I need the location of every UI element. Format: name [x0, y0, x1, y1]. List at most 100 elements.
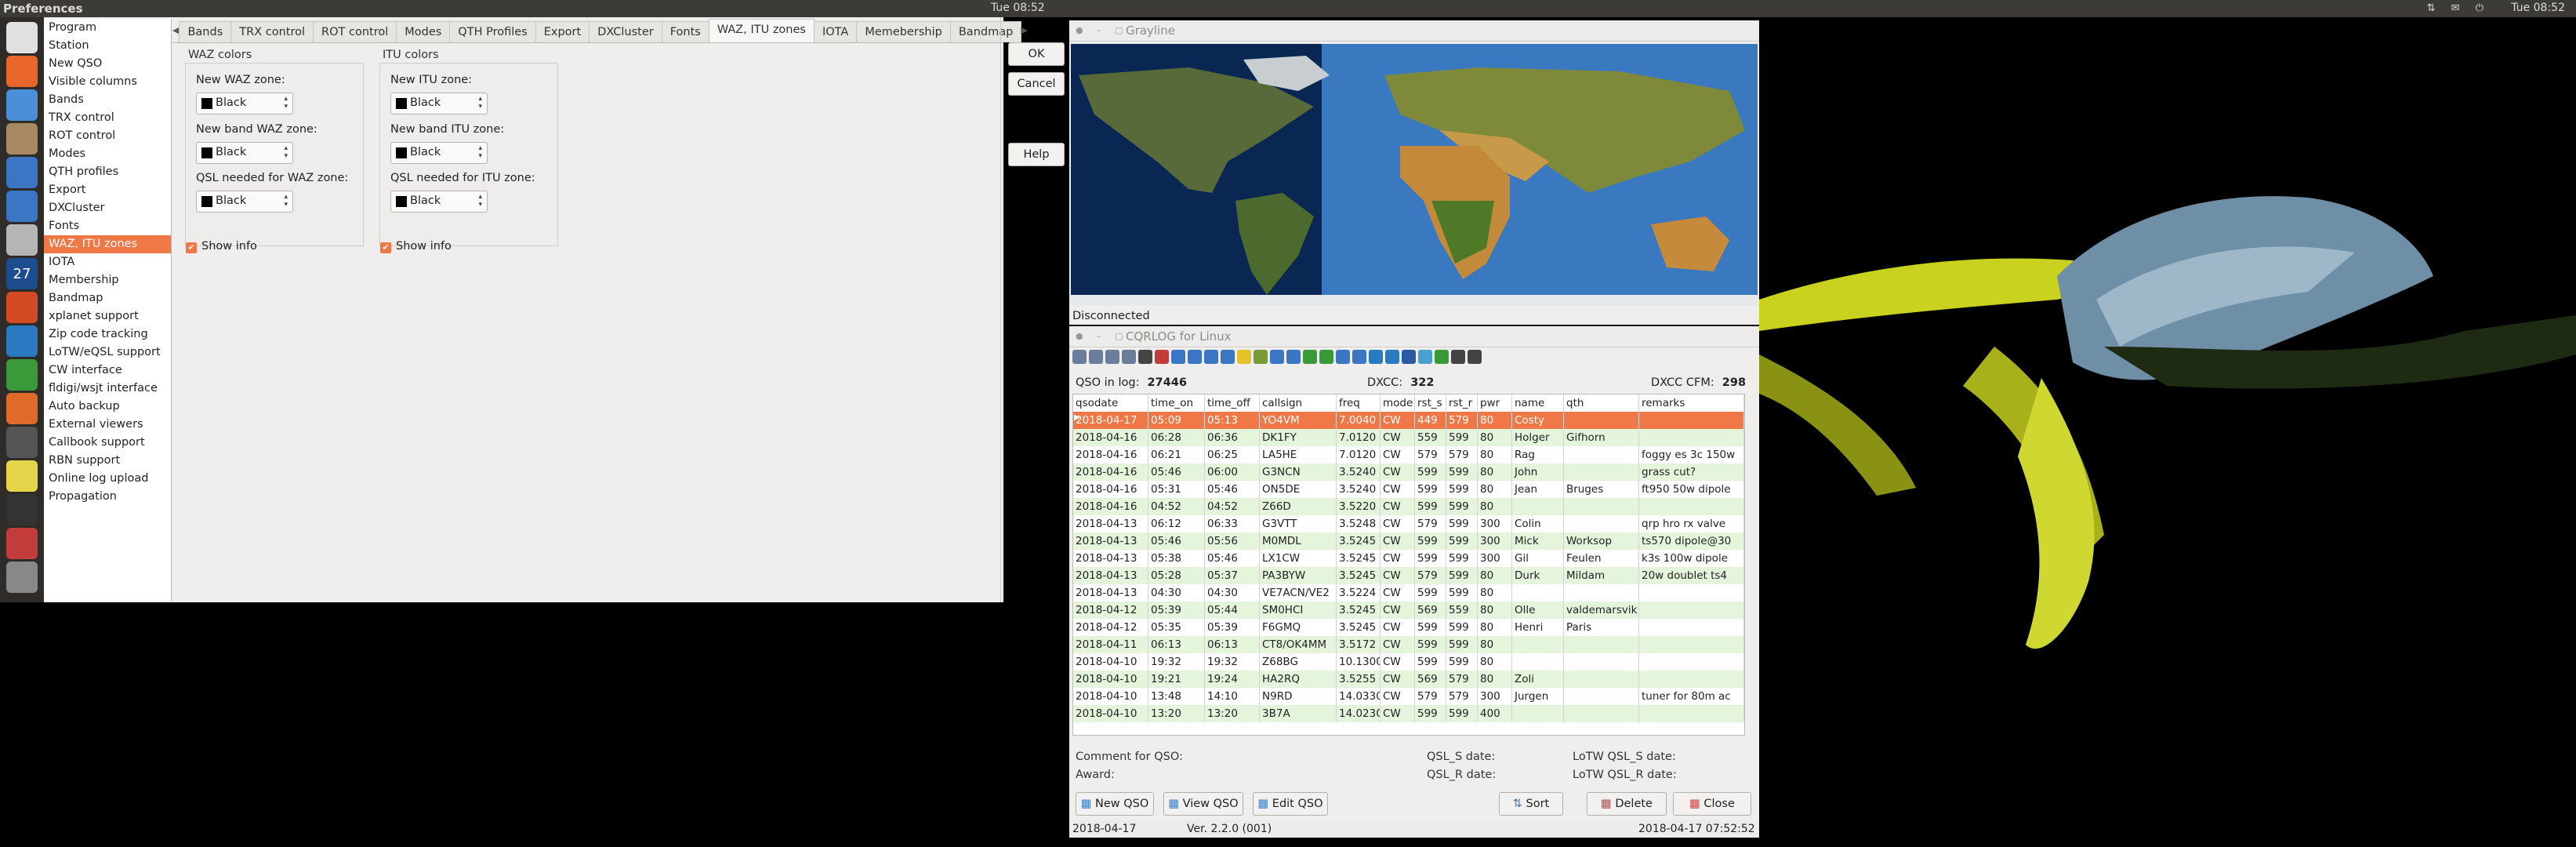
column-header[interactable]: time_off	[1205, 394, 1260, 412]
table-row[interactable]: 2018-04-10 13:48 14:10 N9RD 14.0330 CW 579 579 3…	[1073, 688, 1744, 705]
table-row[interactable]: 2018-04-16 06:21 06:25 LA5HE 7.0120 CW 579 579 8…	[1073, 446, 1744, 463]
nav-item[interactable]: Station	[44, 37, 171, 55]
tab[interactable]: TRX control	[230, 21, 314, 42]
toolbar-button-icon[interactable]	[1155, 350, 1169, 364]
nav-item[interactable]: External viewers	[44, 416, 171, 434]
toolbar-button-icon[interactable]	[1369, 350, 1383, 364]
nav-item[interactable]: Bandmap	[44, 289, 171, 307]
notes-icon[interactable]	[6, 460, 38, 492]
view-qso-button[interactable]: ▦ View QSO	[1163, 792, 1243, 816]
grid-vertical-scrollbar[interactable]	[1745, 394, 1754, 734]
nav-item[interactable]: DXCluster	[44, 199, 171, 217]
document-icon[interactable]	[6, 325, 38, 357]
new-waz-zone-color-select[interactable]: Black ▴ ▾	[196, 93, 293, 115]
column-header[interactable]: freq	[1337, 394, 1381, 412]
nav-item[interactable]: WAZ, ITU zones	[44, 235, 171, 253]
table-row[interactable]: 2018-04-10 19:32 19:32 Z68BG 10.1300 CW 599 599…	[1073, 653, 1744, 671]
table-row[interactable]: 2018-04-10 13:20 13:20 3B7A 14.0230 CW 599 599 4…	[1073, 705, 1744, 722]
toolbar-button-icon[interactable]	[1352, 350, 1366, 364]
cancel-button[interactable]: Cancel	[1008, 72, 1065, 96]
tab[interactable]: Modes	[396, 21, 451, 42]
nav-item[interactable]: Visible columns	[44, 73, 171, 91]
tab[interactable]: Bandmap	[949, 21, 1022, 42]
nav-item[interactable]: RBN support	[44, 452, 171, 470]
toolbar-button-icon[interactable]	[1385, 350, 1399, 364]
window-buttons-icon[interactable]: ● – ▢	[1076, 331, 1128, 341]
nav-item[interactable]: CW interface	[44, 362, 171, 380]
nav-item[interactable]: QTH profiles	[44, 163, 171, 181]
table-row[interactable]: 2018-04-16 04:52 04:52 Z66D 3.5220 CW 599 599 80	[1073, 498, 1744, 515]
table-row[interactable]: 2018-04-12 05:39 05:44 SM0HCI 3.5245 CW 569 559…	[1073, 602, 1744, 619]
tab-scroll-left-icon[interactable]: ◀	[172, 19, 179, 42]
column-header[interactable]: name	[1512, 394, 1564, 412]
toolbar-button-icon[interactable]	[1221, 350, 1235, 364]
firefox-icon[interactable]	[6, 56, 38, 87]
table-row[interactable]: 2018-04-16 05:31 05:46 ON5DE 3.5240 CW 599 599 8…	[1073, 481, 1744, 498]
terminal-icon[interactable]	[6, 427, 38, 458]
new-itu-zone-color-select[interactable]: Black ▴ ▾	[390, 93, 488, 115]
column-header[interactable]: qth	[1564, 394, 1639, 412]
table-row[interactable]: 2018-04-17 05:09 05:13 YO4VM 7.0040 CW 449 579 8…	[1073, 412, 1744, 429]
nav-item[interactable]: LoTW/eQSL support	[44, 344, 171, 362]
qsl-needed-waz-color-select[interactable]: Black ▴ ▾	[196, 191, 293, 213]
close-button[interactable]: ▦ Close	[1673, 792, 1751, 816]
toolbar-button-icon[interactable]	[1270, 350, 1284, 364]
column-header[interactable]: rst_r	[1446, 394, 1478, 412]
tab[interactable]: WAZ, ITU zones	[708, 19, 815, 42]
toolbar-button-icon[interactable]	[1435, 350, 1449, 364]
table-row[interactable]: 2018-04-10 19:21 19:24 HA2RQ 3.5255 CW 569 579 8…	[1073, 671, 1744, 688]
thunderbird-icon[interactable]	[6, 157, 38, 188]
calc-icon[interactable]	[6, 359, 38, 391]
itu-show-info-checkbox[interactable]: ✔	[380, 242, 391, 253]
table-row[interactable]: 2018-04-13 05:38 05:46 LX1CW 3.5245 CW 599 599 3…	[1073, 550, 1744, 567]
toolbar-button-icon[interactable]	[1254, 350, 1268, 364]
grid-horizontal-scrollbar[interactable]	[1072, 737, 1743, 745]
tools-icon[interactable]	[6, 528, 38, 559]
nav-item[interactable]: Auto backup	[44, 398, 171, 416]
column-header[interactable]: time_on	[1148, 394, 1205, 412]
table-row[interactable]: 2018-04-16 05:46 06:00 G3NCN 3.5240 CW 599 599 8…	[1073, 463, 1744, 481]
toolbar-button-icon[interactable]	[1303, 350, 1317, 364]
table-row[interactable]: 2018-04-13 05:46 05:56 M0MDL 3.5245 CW 599 599 3…	[1073, 533, 1744, 550]
new-qso-button[interactable]: ▦ New QSO	[1076, 792, 1154, 816]
toolbar-button-icon[interactable]	[1138, 350, 1152, 364]
ok-button[interactable]: OK	[1008, 42, 1065, 66]
column-header[interactable]: remarks	[1639, 394, 1744, 412]
nav-item[interactable]: Program	[44, 19, 171, 37]
nav-item[interactable]: ROT control	[44, 127, 171, 145]
column-header[interactable]: rst_s	[1415, 394, 1446, 412]
nav-item[interactable]: Membership	[44, 271, 171, 289]
table-row[interactable]: 2018-04-12 05:35 05:39 F6GMQ 3.5245 CW 599 599 8…	[1073, 619, 1744, 636]
nav-item[interactable]: Bands	[44, 91, 171, 109]
toolbar-button-icon[interactable]	[1402, 350, 1416, 364]
nav-item[interactable]: New QSO	[44, 55, 171, 73]
toolbar-button-icon[interactable]	[1468, 350, 1482, 364]
nav-item[interactable]: Fonts	[44, 217, 171, 235]
table-row[interactable]: 2018-04-16 06:28 06:36 DK1FY 7.0120 CW 559 599 8…	[1073, 429, 1744, 446]
impress-icon[interactable]	[6, 292, 38, 323]
ubuntu-logo-icon[interactable]	[6, 22, 38, 53]
nav-item[interactable]: fldigi/wsjt interface	[44, 380, 171, 398]
clock-app-icon[interactable]	[6, 494, 38, 525]
new-band-waz-zone-color-select[interactable]: Black ▴ ▾	[196, 142, 293, 164]
tab[interactable]: QTH Profiles	[449, 21, 536, 42]
column-header[interactable]: qsodate	[1073, 394, 1148, 412]
table-row[interactable]: 2018-04-13 05:28 05:37 PA3BYW 3.5245 CW 579 599…	[1073, 567, 1744, 584]
nav-item[interactable]: Zip code tracking	[44, 325, 171, 344]
tab[interactable]: DXCluster	[589, 21, 662, 42]
clock-right[interactable]: Tue 08:52	[2511, 2, 2565, 14]
toolbar-button-icon[interactable]	[1122, 350, 1136, 364]
writer-icon[interactable]	[6, 191, 38, 222]
toolbar-button-icon[interactable]	[1336, 350, 1350, 364]
toolbar-button-icon[interactable]	[1204, 350, 1218, 364]
qsl-needed-itu-color-select[interactable]: Black ▴ ▾	[390, 191, 488, 213]
toolbar-button-icon[interactable]	[1451, 350, 1465, 364]
tab-scroll-right-icon[interactable]: ▶	[1021, 19, 1027, 42]
tab[interactable]: Bands	[179, 21, 232, 42]
toolbar-button-icon[interactable]	[1171, 350, 1185, 364]
toolbar-button-icon[interactable]	[1188, 350, 1202, 364]
nav-item[interactable]: Export	[44, 181, 171, 199]
toolbar-button-icon[interactable]	[1089, 350, 1103, 364]
preferences-nav-list[interactable]: Program Station New QSO Visible columns Band…	[44, 19, 172, 601]
nav-item[interactable]: IOTA	[44, 253, 171, 271]
